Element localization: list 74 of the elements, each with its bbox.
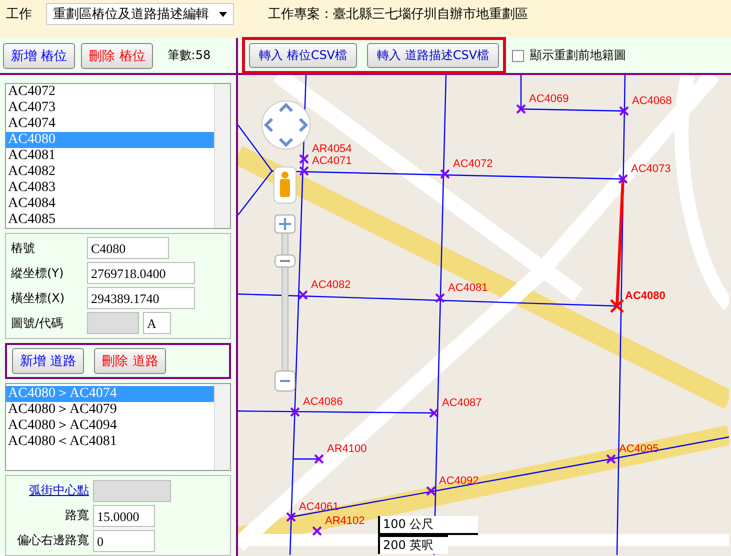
stake-marker[interactable] bbox=[312, 526, 322, 536]
map-number-field[interactable] bbox=[87, 312, 139, 334]
stake-marker[interactable] bbox=[429, 408, 439, 418]
add-road-button[interactable]: 新增 道路 bbox=[12, 348, 84, 374]
stake-list-item[interactable]: AC4074 bbox=[6, 116, 214, 132]
project-title: 工作專案：臺北縣三七堖仔圳自辦市地重劃區 bbox=[268, 6, 528, 23]
stake-marker[interactable] bbox=[440, 169, 450, 179]
field-label: 樁號 bbox=[11, 240, 36, 256]
stake-list-item[interactable]: AC4081 bbox=[6, 148, 214, 164]
stake-marker[interactable] bbox=[286, 512, 296, 522]
stake-label: AC4087 bbox=[442, 397, 482, 409]
scrollbar[interactable] bbox=[214, 384, 230, 470]
input-field[interactable]: 294389.1740 bbox=[87, 287, 195, 309]
stake-label: AC4080 bbox=[625, 290, 666, 302]
stake-label: AC4068 bbox=[632, 95, 672, 107]
field-label: 路寬 bbox=[64, 507, 90, 524]
stake-marker[interactable] bbox=[299, 154, 309, 164]
import-button[interactable]: 轉入 樁位CSV檔 bbox=[249, 43, 358, 68]
stake-label: AC4073 bbox=[631, 163, 671, 175]
field-label: 縱坐標(Y) bbox=[11, 264, 65, 282]
input-field[interactable] bbox=[93, 480, 171, 502]
stake-label: AC4072 bbox=[453, 158, 493, 170]
stake-list-item[interactable]: AC4082 bbox=[6, 164, 214, 180]
pan-control-icon[interactable] bbox=[262, 100, 310, 150]
stake-list-item[interactable]: AC4084 bbox=[6, 196, 214, 212]
stake-list-item[interactable]: AC4085 bbox=[6, 212, 214, 228]
scrollbar[interactable] bbox=[214, 84, 230, 228]
zoom-slider-icon[interactable] bbox=[274, 214, 296, 392]
stake-label: AC4071 bbox=[312, 155, 352, 167]
stake-marker[interactable] bbox=[299, 166, 309, 176]
input-field[interactable]: 2769718.0400 bbox=[87, 262, 195, 284]
stake-marker[interactable] bbox=[435, 293, 445, 303]
stake-list-item[interactable]: AC4072 bbox=[6, 84, 214, 100]
code-field[interactable]: A bbox=[143, 312, 171, 334]
arc-center-link[interactable]: 弧街中心點 bbox=[29, 483, 89, 497]
task-dropdown[interactable]: 重劃區樁位及道路描述編輯 bbox=[46, 3, 234, 25]
stake-marker[interactable] bbox=[618, 174, 628, 184]
field-label: 圖號/代碼 bbox=[11, 314, 64, 332]
stake-label: AC4061 bbox=[299, 501, 339, 513]
record-count: 筆數:58 bbox=[167, 47, 211, 64]
map-scale: 200 英呎 bbox=[378, 535, 448, 554]
map-scale: 100 公尺 bbox=[378, 516, 478, 535]
stake-label: AR4100 bbox=[327, 443, 367, 455]
input-field[interactable]: C4080 bbox=[87, 237, 169, 259]
stake-list-item[interactable]: AC4083 bbox=[6, 180, 214, 196]
road-list-item[interactable]: AC4080＜AC4081 bbox=[6, 434, 214, 450]
input-field[interactable]: 0 bbox=[93, 530, 155, 552]
stake-label: AR4102 bbox=[325, 515, 365, 527]
stake-list-item[interactable]: AC4073 bbox=[6, 100, 214, 116]
stake-label: AC4092 bbox=[439, 475, 479, 487]
stake-marker[interactable] bbox=[290, 407, 300, 417]
add-stake-button[interactable]: 新增 樁位 bbox=[3, 42, 76, 68]
stake-marker[interactable] bbox=[516, 104, 526, 114]
stake-label: AC4069 bbox=[529, 93, 569, 105]
input-field[interactable]: 15.0000 bbox=[93, 504, 155, 526]
stake-marker[interactable] bbox=[619, 106, 629, 116]
road-list-item[interactable]: AC4080＞AC4094 bbox=[6, 418, 214, 434]
stake-label: AC4086 bbox=[303, 396, 343, 408]
import-button[interactable]: 轉入 道路描述CSV檔 bbox=[367, 43, 500, 68]
checkbox[interactable] bbox=[512, 50, 524, 62]
stake-label: AC4082 bbox=[311, 279, 351, 291]
stake-marker[interactable] bbox=[426, 486, 436, 496]
stake-label: AR4054 bbox=[312, 143, 352, 155]
stake-label: AC4081 bbox=[448, 282, 488, 294]
road-list-item[interactable]: AC4080＞AC4079 bbox=[6, 402, 214, 418]
stake-marker[interactable] bbox=[314, 454, 324, 464]
field-label: 橫坐標(X) bbox=[11, 290, 66, 306]
checkbox-label: 顯示重劃前地籍圖 bbox=[530, 47, 626, 64]
caret-icon bbox=[219, 12, 227, 16]
stake-marker[interactable] bbox=[610, 299, 624, 313]
field-label: 偏心右邊路寬 bbox=[16, 532, 90, 549]
task-label: 工作 bbox=[6, 6, 32, 23]
stake-marker[interactable] bbox=[298, 290, 308, 300]
stake-marker[interactable] bbox=[606, 454, 616, 464]
